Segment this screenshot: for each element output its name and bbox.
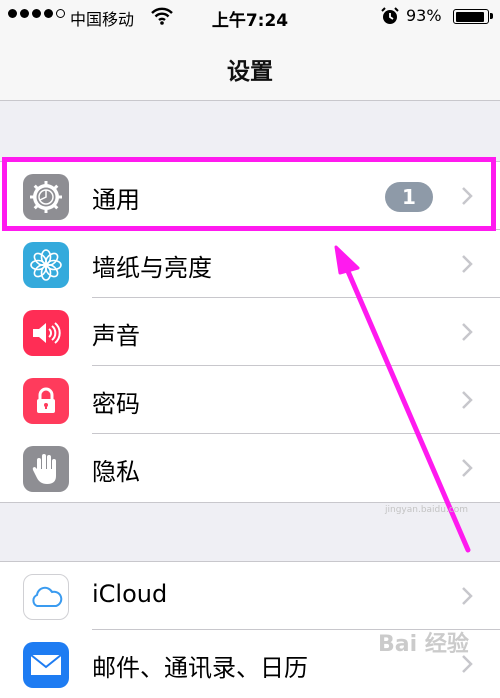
mail-icon <box>23 642 69 688</box>
lock-icon <box>23 378 69 424</box>
watermark-logo: Bai 经验 <box>378 632 469 657</box>
wallpaper-brightness-label: 墙纸与亮度 <box>92 254 212 282</box>
sounds-label: 声音 <box>92 322 140 350</box>
chevron-right-icon <box>462 391 473 409</box>
chevron-right-icon <box>462 255 473 273</box>
settings-row-sounds[interactable]: 声音 <box>0 298 500 366</box>
chevron-right-icon <box>462 323 473 341</box>
passcode-label: 密码 <box>92 390 140 418</box>
chevron-right-icon <box>462 459 473 477</box>
hand-icon <box>23 446 69 492</box>
battery-icon <box>453 9 493 24</box>
cloud-icon <box>23 574 69 620</box>
settings-row-passcode[interactable]: 密码 <box>0 366 500 434</box>
status-bar: 中国移动 上午7:24 93% <box>0 0 500 34</box>
speaker-icon <box>23 310 69 356</box>
chevron-right-icon <box>462 587 473 605</box>
icloud-label: iCloud <box>92 580 168 608</box>
navigation-bar: 设置 <box>0 34 500 101</box>
privacy-label: 隐私 <box>92 458 140 486</box>
alarm-clock-icon <box>381 7 399 24</box>
settings-row-privacy[interactable]: 隐私 <box>0 434 500 502</box>
settings-row-wallpaper-brightness[interactable]: 墙纸与亮度 <box>0 230 500 298</box>
settings-row-icloud[interactable]: iCloud <box>0 562 500 630</box>
flower-icon <box>23 242 69 288</box>
highlight-box <box>2 157 496 231</box>
battery-percentage: 93% <box>406 6 442 25</box>
watermark-url: jingyan.baidu.com <box>385 505 469 515</box>
page-title: 设置 <box>227 59 273 85</box>
